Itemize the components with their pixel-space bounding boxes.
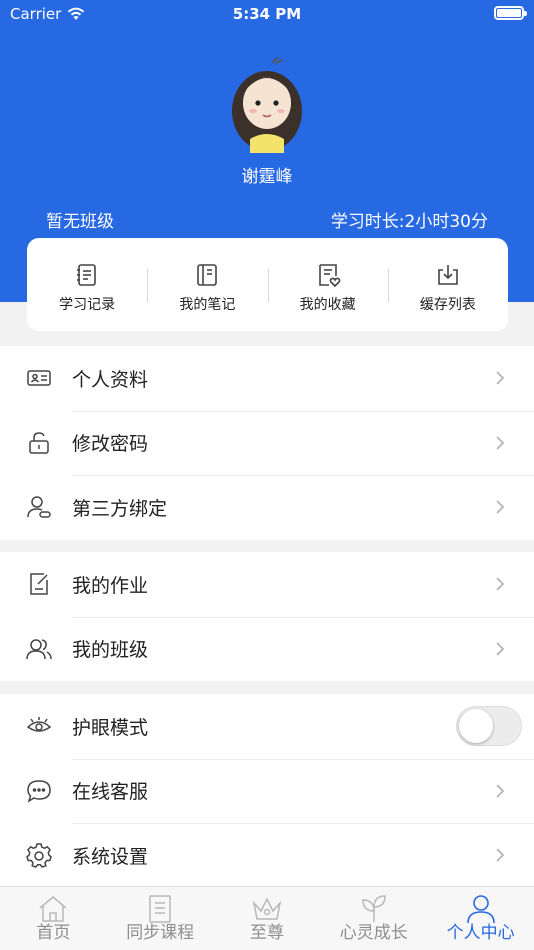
battery-level: [497, 9, 521, 17]
chat-icon: [27, 779, 51, 803]
chevron-right-icon: [496, 436, 505, 450]
menu-label: 我的班级: [72, 639, 149, 662]
tab-label: 至尊: [249, 923, 284, 943]
chevron-right-icon: [496, 642, 505, 656]
status-bar: Carrier 5:34 PM: [0, 0, 534, 28]
quick-download-list[interactable]: 缓存列表: [387, 238, 508, 331]
tab-bar: 首页 同步课程 至尊 心灵成长 个人中心: [0, 886, 534, 950]
eye-icon: [26, 717, 52, 732]
battery-icon: [494, 6, 527, 20]
menu-item-third-party-binding[interactable]: 第三方绑定: [0, 475, 534, 540]
chevron-right-icon: [496, 500, 505, 514]
tab-home[interactable]: 首页: [0, 887, 107, 950]
menu-item-profile[interactable]: 个人资料: [0, 346, 534, 411]
download-icon: [438, 265, 458, 285]
menu-label: 护眼模式: [72, 716, 149, 739]
menu-label: 个人资料: [72, 368, 149, 391]
group-icon: [26, 639, 52, 659]
user-link-icon: [27, 496, 51, 518]
menu-item-my-class[interactable]: 我的班级: [0, 616, 534, 682]
menu-item-homework[interactable]: 我的作业: [0, 552, 534, 617]
quick-favorites[interactable]: 我的收藏: [267, 238, 388, 331]
settings-icon: [26, 843, 52, 869]
menu-item-change-password[interactable]: 修改密码: [0, 410, 534, 476]
tab-profile[interactable]: 个人中心: [427, 887, 534, 950]
chevron-right-icon: [496, 784, 505, 798]
menu-group-account: 个人资料 修改密码 第三方绑定: [0, 346, 534, 540]
study-record-icon: [77, 264, 96, 286]
menu-label: 在线客服: [72, 781, 149, 804]
tab-label: 个人中心: [446, 923, 515, 943]
study-time: 学习时长:2小时30分: [330, 212, 488, 232]
quick-label: 缓存列表: [419, 297, 476, 313]
quick-actions-card: 学习记录 我的笔记 我的收藏 缓存列表: [27, 238, 508, 331]
eye-protection-toggle[interactable]: [456, 706, 522, 747]
notes-icon: [197, 264, 218, 286]
favorites-icon: [318, 264, 340, 288]
tab-premium[interactable]: 至尊: [214, 887, 321, 950]
quick-label: 学习记录: [59, 297, 116, 313]
menu-group-settings: 护眼模式 在线客服 系统设置: [0, 694, 534, 888]
chevron-right-icon: [496, 848, 505, 862]
menu-label: 我的作业: [72, 574, 149, 597]
menu-label: 修改密码: [72, 433, 149, 456]
tab-growth[interactable]: 心灵成长: [320, 887, 427, 950]
menu-label: 系统设置: [72, 845, 149, 868]
quick-notes[interactable]: 我的笔记: [147, 238, 267, 331]
avatar[interactable]: [228, 53, 306, 153]
class-status: 暂无班级: [46, 212, 114, 232]
tab-label: 首页: [36, 923, 71, 943]
homework-icon: [30, 573, 48, 595]
menu-item-eye-protection: 护眼模式: [0, 694, 534, 759]
chevron-right-icon: [496, 371, 505, 385]
tab-sync-course[interactable]: 同步课程: [107, 887, 214, 950]
tab-label: 同步课程: [126, 923, 195, 943]
lock-icon: [29, 431, 49, 454]
quick-label: 我的笔记: [179, 297, 236, 313]
menu-group-study: 我的作业 我的班级: [0, 552, 534, 681]
clock: 5:34 PM: [232, 5, 302, 23]
quick-study-record[interactable]: 学习记录: [27, 238, 147, 331]
chevron-right-icon: [496, 577, 505, 591]
username: 谢霆峰: [241, 167, 293, 187]
id-card-icon: [27, 370, 51, 386]
toggle-knob: [459, 709, 493, 744]
menu-item-customer-service[interactable]: 在线客服: [0, 758, 534, 824]
tab-label: 心灵成长: [339, 923, 408, 943]
quick-label: 我的收藏: [299, 297, 356, 313]
menu-label: 第三方绑定: [72, 497, 168, 520]
menu-item-system-settings[interactable]: 系统设置: [0, 823, 534, 888]
